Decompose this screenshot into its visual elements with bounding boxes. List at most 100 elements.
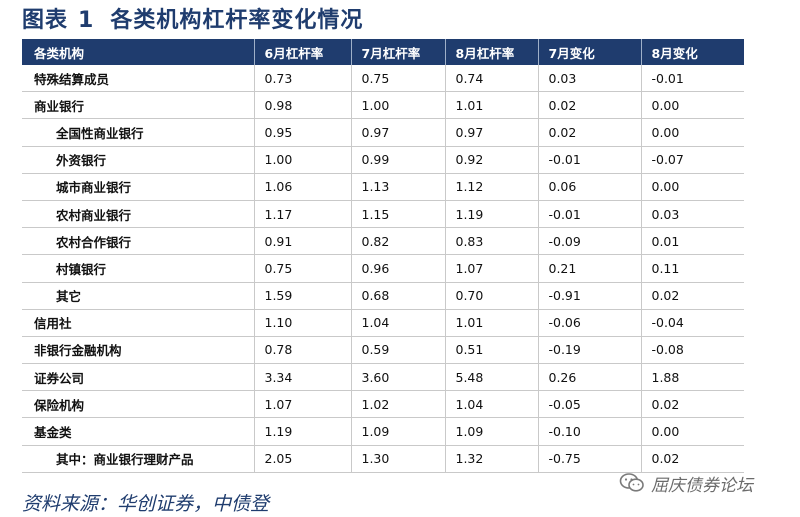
table-cell: 1.32 xyxy=(444,445,538,473)
table-cell: -0.06 xyxy=(537,309,641,337)
table-cell: -0.75 xyxy=(537,445,641,473)
table-cell: 0.06 xyxy=(537,173,641,201)
institution-name: 其它 xyxy=(22,282,254,310)
table-cell: 1.15 xyxy=(350,200,445,229)
table-cell: 1.30 xyxy=(350,445,445,473)
table-row: 其它 1.59 0.68 0.70 -0.91 0.02 xyxy=(22,282,744,310)
table-cell: 1.07 xyxy=(444,254,538,283)
table-cell: 0.68 xyxy=(350,282,445,310)
table-row: 农村商业银行 1.17 1.15 1.19 -0.01 0.03 xyxy=(22,200,744,229)
table-cell: 3.60 xyxy=(350,363,445,392)
table-cell: 1.19 xyxy=(444,200,538,229)
institution-name: 村镇银行 xyxy=(22,254,254,283)
table-cell: -0.19 xyxy=(537,336,641,365)
figure-title: 图表 1 各类机构杠杆率变化情况 xyxy=(22,2,364,33)
table-cell: 1.06 xyxy=(253,173,351,201)
table-cell: 0.03 xyxy=(640,200,744,229)
table-cell: 0.74 xyxy=(444,65,538,93)
table-row: 证券公司 3.34 3.60 5.48 0.26 1.88 xyxy=(22,363,744,392)
table-cell: 1.17 xyxy=(253,200,351,229)
table-cell: 0.99 xyxy=(350,146,445,174)
table-cell: 1.12 xyxy=(444,173,538,201)
table-cell: 0.00 xyxy=(640,118,744,147)
table-cell: 0.92 xyxy=(444,146,538,174)
table-row: 商业银行 0.98 1.00 1.01 0.02 0.00 xyxy=(22,91,744,120)
table-cell: 1.09 xyxy=(444,417,538,446)
table-cell: 1.04 xyxy=(350,309,445,337)
institution-name: 其中：商业银行理财产品 xyxy=(22,445,254,473)
institution-name: 商业银行 xyxy=(22,91,254,120)
source-note: 资料来源：华创证券，中债登 xyxy=(22,493,270,515)
table-cell: 0.02 xyxy=(537,91,641,120)
table-row: 信用社 1.10 1.04 1.01 -0.06 -0.04 xyxy=(22,309,744,337)
institution-name: 基金类 xyxy=(22,417,254,446)
column-header: 7月杠杆率 xyxy=(350,39,445,65)
figure-caption: 各类机构杠杆率变化情况 xyxy=(110,8,364,33)
table-cell: 0.59 xyxy=(350,336,445,365)
table-row: 保险机构 1.07 1.02 1.04 -0.05 0.02 xyxy=(22,390,744,419)
table-cell: 0.11 xyxy=(640,254,744,283)
table-cell: 5.48 xyxy=(444,363,538,392)
table-cell: -0.01 xyxy=(640,65,744,93)
column-header: 6月杠杆率 xyxy=(253,39,351,65)
table-cell: 0.70 xyxy=(444,282,538,310)
table-row: 村镇银行 0.75 0.96 1.07 0.21 0.11 xyxy=(22,254,744,283)
table-cell: 1.00 xyxy=(253,146,351,174)
table-row: 外资银行 1.00 0.99 0.92 -0.01 -0.07 xyxy=(22,146,744,174)
institution-name: 非银行金融机构 xyxy=(22,336,254,365)
table-cell: 0.97 xyxy=(444,118,538,147)
figure-number: 1 xyxy=(78,8,95,33)
table-cell: 0.02 xyxy=(640,390,744,419)
table-cell: -0.91 xyxy=(537,282,641,310)
table-cell: 1.59 xyxy=(253,282,351,310)
table-cell: -0.01 xyxy=(537,146,641,174)
table-cell: 1.10 xyxy=(253,309,351,337)
table-cell: 1.00 xyxy=(350,91,445,120)
table-cell: 1.07 xyxy=(253,390,351,419)
table-cell: 1.88 xyxy=(640,363,744,392)
leverage-table: 各类机构 6月杠杆率 7月杠杆率 8月杠杆率 7月变化 8月变化 特殊结算成员 0… xyxy=(22,39,744,473)
table-cell: 1.09 xyxy=(350,417,445,446)
table-header-row: 各类机构 6月杠杆率 7月杠杆率 8月杠杆率 7月变化 8月变化 xyxy=(22,39,744,65)
table-cell: 1.01 xyxy=(444,309,538,337)
table-row: 非银行金融机构 0.78 0.59 0.51 -0.19 -0.08 xyxy=(22,336,744,365)
table-cell: 0.00 xyxy=(640,91,744,120)
table-cell: 1.01 xyxy=(444,91,538,120)
institution-name: 特殊结算成员 xyxy=(22,65,254,93)
institution-name: 全国性商业银行 xyxy=(22,118,254,147)
table-cell: 0.83 xyxy=(444,227,538,256)
table-cell: -0.05 xyxy=(537,390,641,419)
institution-name: 城市商业银行 xyxy=(22,173,254,201)
table-cell: 0.75 xyxy=(253,254,351,283)
watermark: 屈庆债券论坛 xyxy=(619,470,753,496)
table-cell: 0.82 xyxy=(350,227,445,256)
column-header: 8月杠杆率 xyxy=(444,39,538,65)
column-header: 8月变化 xyxy=(640,39,744,65)
table-cell: 0.02 xyxy=(537,118,641,147)
table-cell: 0.03 xyxy=(537,65,641,93)
table-cell: 2.05 xyxy=(253,445,351,473)
table-cell: 0.78 xyxy=(253,336,351,365)
table-row: 基金类 1.19 1.09 1.09 -0.10 0.00 xyxy=(22,417,744,446)
table-cell: 1.13 xyxy=(350,173,445,201)
table-cell: 0.98 xyxy=(253,91,351,120)
table-cell: 0.96 xyxy=(350,254,445,283)
institution-name: 外资银行 xyxy=(22,146,254,174)
wechat-icon xyxy=(619,473,644,492)
table-row: 其中：商业银行理财产品 2.05 1.30 1.32 -0.75 0.02 xyxy=(22,445,744,473)
table-cell: 1.02 xyxy=(350,390,445,419)
table-cell: 0.01 xyxy=(640,227,744,256)
column-header: 各类机构 xyxy=(22,39,254,65)
column-header: 7月变化 xyxy=(537,39,641,65)
table-cell: 0.73 xyxy=(253,65,351,93)
table-cell: 0.97 xyxy=(350,118,445,147)
table-cell: 0.02 xyxy=(640,445,744,473)
table-cell: 0.00 xyxy=(640,417,744,446)
table-cell: 1.19 xyxy=(253,417,351,446)
table-cell: 0.95 xyxy=(253,118,351,147)
table-cell: 3.34 xyxy=(253,363,351,392)
table-cell: -0.08 xyxy=(640,336,744,365)
table-cell: 1.04 xyxy=(444,390,538,419)
table-row: 特殊结算成员 0.73 0.75 0.74 0.03 -0.01 xyxy=(22,65,744,93)
table-cell: 0.75 xyxy=(350,65,445,93)
